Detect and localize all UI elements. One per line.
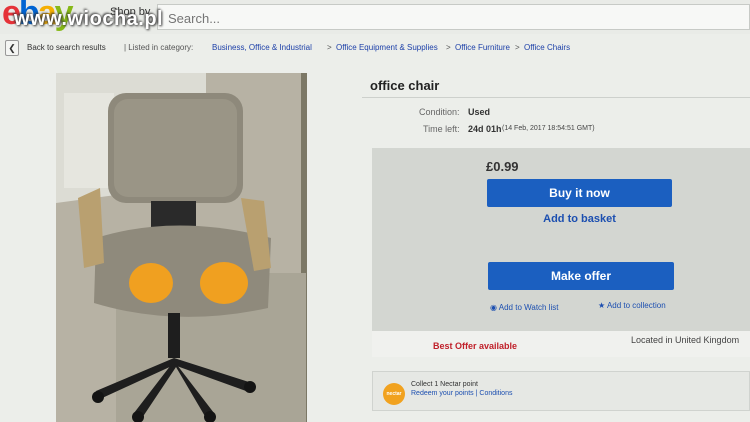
nectar-links: Redeem your points | Conditions (411, 390, 512, 397)
ebay-item-page: ebay Shop by www.wiocha.pl ❮ Back to sea… (0, 0, 750, 422)
nectar-logo: nectar (383, 383, 405, 405)
add-to-basket-link[interactable]: Add to basket (487, 213, 672, 225)
chevron-left-icon[interactable]: ❮ (5, 40, 19, 56)
add-to-collection-link[interactable]: ★ Add to collection (598, 301, 666, 310)
item-location: Located in United Kingdom (631, 335, 740, 345)
office-chair-image (56, 73, 307, 422)
redeem-points-link[interactable]: Redeem your points (411, 390, 474, 397)
back-to-search-link[interactable]: Back to search results (27, 43, 106, 52)
breadcrumb-separator: > (446, 43, 451, 52)
search-box[interactable] (157, 4, 750, 31)
breadcrumb-category-link[interactable]: Office Furniture (455, 43, 510, 52)
time-left-value: 24d 01h (468, 124, 502, 134)
make-offer-button[interactable]: Make offer (488, 262, 674, 290)
site-header: ebay Shop by www.wiocha.pl (0, 0, 750, 34)
search-input[interactable] (158, 5, 730, 31)
breadcrumb-separator: > (515, 43, 520, 52)
time-left-date: (14 Feb, 2017 18:54:51 GMT) (502, 125, 595, 132)
item-title: office chair (370, 78, 440, 93)
buy-it-now-button[interactable]: Buy it now (487, 179, 672, 207)
time-left-label: Time left: (423, 124, 460, 134)
buy-box (372, 148, 750, 331)
listed-in-label: | Listed in category: (124, 43, 194, 52)
collection-label: Add to collection (606, 301, 666, 310)
item-photo[interactable] (56, 73, 307, 422)
divider (362, 97, 750, 98)
watermark: www.wiocha.pl (14, 8, 164, 30)
nectar-points-text: Collect 1 Nectar point (411, 381, 478, 388)
breadcrumb-separator: > (327, 43, 332, 52)
star-icon: ★ (598, 301, 606, 310)
conditions-link[interactable]: Conditions (479, 390, 512, 397)
add-to-watch-list-link[interactable]: ◉ Add to Watch list (490, 303, 559, 312)
breadcrumb-category-link[interactable]: Office Chairs (524, 43, 570, 52)
price: £0.99 (486, 159, 519, 174)
watch-list-label: Add to Watch list (498, 303, 559, 312)
condition-label: Condition: (419, 107, 460, 117)
best-offer-label: Best Offer available (433, 341, 518, 351)
breadcrumb: ❮ Back to search results | Listed in cat… (0, 38, 750, 58)
nectar-divider: | (475, 390, 478, 397)
breadcrumb-category-link[interactable]: Office Equipment & Supplies (336, 43, 438, 52)
condition-value: Used (468, 107, 491, 117)
breadcrumb-category-link[interactable]: Business, Office & Industrial (212, 43, 312, 52)
eye-icon: ◉ (490, 303, 497, 312)
